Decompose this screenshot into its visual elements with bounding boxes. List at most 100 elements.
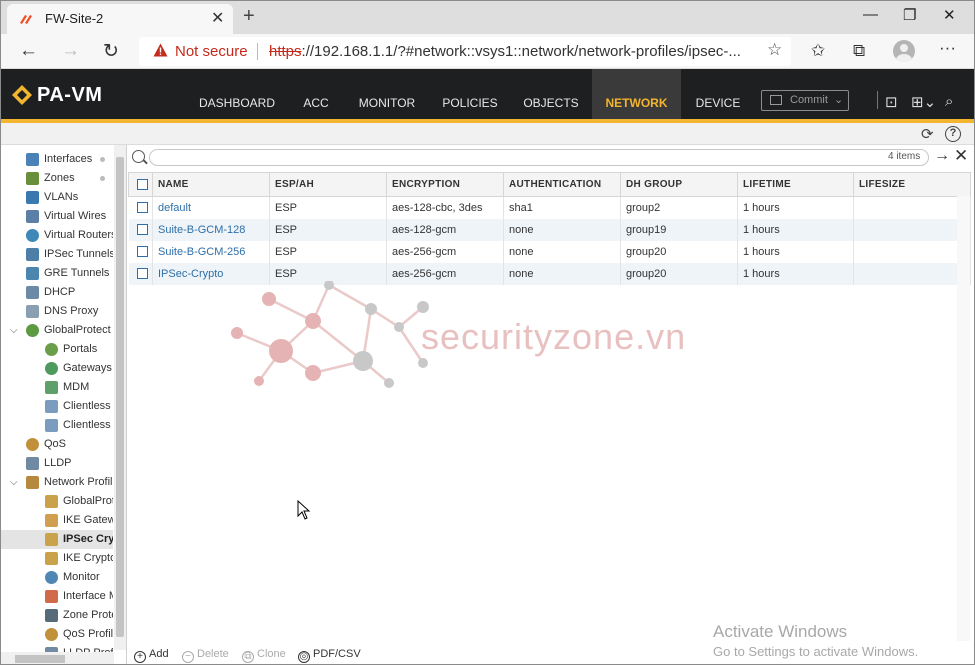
column-header-authentication[interactable]: AUTHENTICATION (503, 172, 621, 197)
clear-filter-icon[interactable]: ✕ (954, 146, 968, 166)
export-icon: ◎ (298, 651, 310, 663)
close-window-icon[interactable]: ✕ (943, 6, 956, 24)
url-field[interactable]: Not secure https://192.168.1.1/?#network… (139, 37, 791, 66)
chevron-down-icon[interactable]: ⌵ (10, 473, 18, 492)
sidebar-hscroll-thumb[interactable] (15, 655, 65, 663)
sidebar-item-ipsec-crypto[interactable]: IPSec Crypto (1, 530, 113, 549)
sidebar-item-zones[interactable]: Zones (1, 169, 113, 188)
profile-name-link[interactable]: default (152, 196, 270, 219)
row-checkbox[interactable] (136, 268, 148, 280)
restore-icon[interactable]: ❐ (903, 6, 916, 24)
sidebar-item-monitor[interactable]: Monitor (1, 568, 113, 587)
sidebar-item-ipsec-tunnels[interactable]: IPSec Tunnels (1, 245, 113, 264)
row-checkbox-cell[interactable] (128, 218, 153, 241)
sidebar-scroll-thumb[interactable] (116, 157, 124, 637)
nav-tab-objects[interactable]: OBJECTS (515, 69, 587, 119)
minimize-icon[interactable]: — (863, 6, 878, 23)
nav-tab-device[interactable]: DEVICE (689, 69, 747, 119)
table-row[interactable]: Suite-B-GCM-128 ESP aes-128-gcm none gro… (128, 218, 971, 241)
sidebar-item-gateways[interactable]: Gateways (1, 359, 113, 378)
sidebar-item-clientless-app-groups[interactable]: Clientless App Groups (1, 416, 113, 435)
sidebar-item-globalprotect[interactable]: ⌵ GlobalProtect (1, 321, 113, 340)
sidebar-item-qos-profile[interactable]: QoS Profile (1, 625, 113, 644)
sidebar-item-ike-gateways[interactable]: IKE Gateways (1, 511, 113, 530)
commit-button[interactable]: Commit ⌄ (761, 90, 849, 111)
row-checkbox-cell[interactable] (128, 262, 153, 285)
sidebar-item-virtual-wires[interactable]: Virtual Wires (1, 207, 113, 226)
table-row[interactable]: Suite-B-GCM-256 ESP aes-256-gcm none gro… (128, 240, 971, 263)
nav-tab-policies[interactable]: POLICIES (435, 69, 505, 119)
config-lock-icon[interactable]: ⊡ (885, 93, 898, 111)
select-all-checkbox-cell[interactable] (128, 172, 153, 197)
not-secure-label[interactable]: Not secure (175, 43, 248, 60)
nav-tab-dashboard[interactable]: DASHBOARD (191, 69, 283, 119)
select-all-checkbox[interactable] (137, 178, 148, 190)
add-button[interactable]: + Add (134, 648, 169, 663)
back-icon[interactable]: ← (19, 40, 38, 62)
column-header-dh-group[interactable]: DH GROUP (620, 172, 738, 197)
sidebar-item-ike-crypto[interactable]: IKE Crypto (1, 549, 113, 568)
sidebar-item-gre-tunnels[interactable]: GRE Tunnels (1, 264, 113, 283)
column-header-esp-ah[interactable]: ESP/AH (269, 172, 387, 197)
clone-button[interactable]: ⧉ Clone (242, 648, 286, 663)
url-text[interactable]: https://192.168.1.1/?#network::vsys1::ne… (269, 43, 759, 60)
cell-dh-group: group20 (620, 262, 738, 285)
row-checkbox-cell[interactable] (128, 196, 153, 219)
sidebar-item-dns-proxy[interactable]: DNS Proxy (1, 302, 113, 321)
row-checkbox[interactable] (136, 246, 148, 258)
sidebar-item-interface-mgmt[interactable]: Interface Mgmt (1, 587, 113, 606)
help-icon[interactable]: ? (945, 126, 961, 142)
collections-icon[interactable]: ⧉ (853, 41, 865, 61)
qos-profile-icon (45, 628, 58, 641)
sidebar-item-network-profiles[interactable]: ⌵ Network Profiles (1, 473, 113, 492)
apply-filter-icon[interactable]: → (934, 147, 950, 165)
table-row[interactable]: IPSec-Crypto ESP aes-256-gcm none group2… (128, 262, 971, 285)
sidebar-horizontal-scrollbar[interactable] (1, 652, 114, 664)
sidebar-item-lldp[interactable]: LLDP (1, 454, 113, 473)
favorite-star-icon[interactable]: ☆ (767, 40, 782, 60)
sidebar-item-portals[interactable]: Portals (1, 340, 113, 359)
sidebar-item-interfaces[interactable]: Interfaces (1, 150, 113, 169)
sidebar-item-zone-protection[interactable]: Zone Protection (1, 606, 113, 625)
reload-icon[interactable]: ↻ (103, 40, 119, 63)
table-scrollbar[interactable] (957, 196, 970, 641)
new-tab-icon[interactable]: + (243, 5, 255, 28)
sidebar-item-dhcp[interactable]: DHCP (1, 283, 113, 302)
toolbar-strip: ⟳ ? (1, 123, 974, 145)
column-header-lifetime[interactable]: LIFETIME (737, 172, 854, 197)
nav-tab-acc[interactable]: ACC (293, 69, 339, 119)
chevron-down-icon[interactable]: ⌵ (10, 321, 18, 340)
table-row[interactable]: default ESP aes-128-cbc, 3des sha1 group… (128, 196, 971, 219)
profile-name-link[interactable]: IPSec-Crypto (152, 262, 270, 285)
row-checkbox[interactable] (136, 202, 148, 214)
sidebar-item-vlans[interactable]: VLANs (1, 188, 113, 207)
delete-button[interactable]: − Delete (182, 648, 229, 663)
profile-name-link[interactable]: Suite-B-GCM-128 (152, 218, 270, 241)
save-config-icon[interactable]: ⊞⌄ (911, 93, 936, 111)
more-menu-icon[interactable]: ··· (939, 38, 956, 58)
column-header-lifesize[interactable]: LIFESIZE (853, 172, 971, 197)
nav-tab-monitor[interactable]: MONITOR (349, 69, 425, 119)
pdf-csv-button[interactable]: ◎ PDF/CSV (298, 648, 361, 663)
nav-tab-network[interactable]: NETWORK (592, 69, 681, 119)
column-header-encryption[interactable]: ENCRYPTION (386, 172, 504, 197)
refresh-icon[interactable]: ⟳ (921, 125, 934, 143)
profile-name-link[interactable]: Suite-B-GCM-256 (152, 240, 270, 263)
browser-tab[interactable]: FW-Site-2 ✕ (7, 4, 233, 34)
forward-icon[interactable]: → (61, 40, 80, 62)
tab-close-icon[interactable]: ✕ (211, 8, 224, 28)
sidebar-scrollbar[interactable] (114, 145, 126, 650)
sidebar-item-gp-ipsec-crypto[interactable]: GlobalProtect IPSec Crypto (1, 492, 113, 511)
row-checkbox[interactable] (136, 224, 148, 236)
sidebar-item-virtual-routers[interactable]: Virtual Routers (1, 226, 113, 245)
browser-tab-bar: FW-Site-2 ✕ + — ❐ ✕ (1, 1, 974, 34)
global-search-icon[interactable]: ⌕ (945, 93, 953, 110)
profile-avatar-icon[interactable] (893, 40, 915, 62)
column-header-name[interactable]: NAME (152, 172, 270, 197)
sidebar-item-clientless-apps[interactable]: Clientless Apps (1, 397, 113, 416)
sidebar-item-mdm[interactable]: MDM (1, 378, 113, 397)
filter-input[interactable] (149, 149, 929, 166)
favorites-icon[interactable]: ✩ (811, 41, 825, 61)
row-checkbox-cell[interactable] (128, 240, 153, 263)
sidebar-item-qos[interactable]: QoS (1, 435, 113, 454)
